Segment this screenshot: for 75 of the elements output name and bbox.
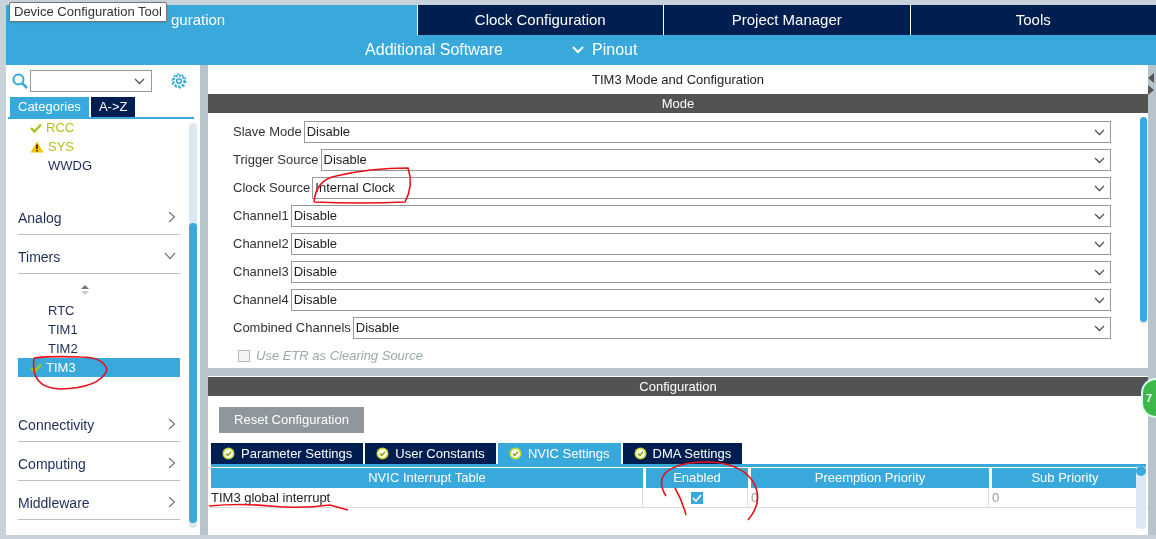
select-field[interactable]: Disable [290, 261, 1111, 283]
chevron-down-icon [1094, 240, 1105, 248]
field-label: Clock Source [233, 179, 311, 198]
check-circle-icon [222, 447, 235, 460]
tooltip: Device Configuration Tool [9, 2, 167, 22]
collapse-arrow-icon [1148, 73, 1154, 83]
select-field[interactable]: Disable [290, 289, 1111, 311]
column-header: Sub Priority [992, 468, 1138, 488]
peripheral-item[interactable]: WWDG [18, 156, 180, 175]
peripheral-item[interactable]: TIM1 [18, 320, 180, 339]
search-icon [12, 73, 28, 89]
chevron-down-icon [164, 252, 176, 260]
field-label: Slave Mode [233, 123, 302, 142]
scrollbar[interactable] [1140, 117, 1147, 324]
category-row[interactable]: Analog [18, 196, 180, 235]
column-header: NVIC Interrupt Table [211, 468, 643, 488]
select-field[interactable]: Disable [320, 149, 1111, 171]
settings-tab[interactable]: DMA Settings [622, 443, 743, 464]
category-row[interactable]: Computing [18, 442, 180, 481]
main-tab[interactable]: Project Manager [664, 5, 910, 35]
field-label: Channel3 [233, 263, 289, 282]
column-header: Enabled [646, 468, 748, 488]
expand-arrow-icon [1148, 85, 1154, 95]
settings-tab[interactable]: Parameter Settings [211, 443, 364, 464]
chevron-down-icon [1094, 268, 1105, 276]
check-circle-icon [376, 447, 390, 460]
chevron-down-icon [1094, 156, 1105, 164]
category-row[interactable]: Timers [18, 235, 180, 274]
category-row[interactable]: Connectivity [18, 403, 180, 442]
field-label: Trigger Source [233, 151, 319, 170]
panel-title: TIM3 Mode and Configuration [591, 70, 765, 89]
column-header: Preemption Priority [751, 468, 989, 488]
main-tab[interactable]: Tools [910, 5, 1156, 35]
check-circle-icon [633, 447, 647, 460]
chevron-down-icon [1094, 184, 1105, 192]
select-field[interactable]: Disable [303, 121, 1111, 143]
chevron-down-icon [1094, 212, 1105, 220]
scrollbar[interactable] [189, 123, 197, 528]
chevron-down-icon [1094, 324, 1105, 332]
search-combo[interactable] [30, 70, 152, 92]
category-row[interactable]: Middleware [18, 481, 180, 520]
checkbox-label: Use ETR as Clearing Source [256, 347, 423, 365]
check-circle-icon [508, 447, 522, 460]
view-tab[interactable]: A->Z [90, 97, 136, 117]
sort-icon [81, 285, 89, 295]
chevron-right-icon [168, 496, 176, 508]
field-label: Channel4 [233, 291, 289, 310]
table-cell: TIM3 global interrupt [211, 488, 643, 507]
field-label: Combined Channels [233, 319, 351, 338]
table-cell-text: 0 [992, 488, 1001, 507]
chevron-down-icon [1094, 296, 1105, 304]
main-tab[interactable]: Clock Configuration [417, 5, 663, 35]
chevron-down-icon [134, 77, 145, 85]
field-label: Channel2 [233, 235, 289, 254]
scrollbar[interactable] [1136, 466, 1146, 529]
chevron-down-icon [1094, 128, 1105, 136]
hand-drawn-stroke [674, 487, 687, 516]
check-icon [691, 493, 702, 502]
checkbox[interactable] [690, 491, 703, 504]
settings-tab[interactable]: User Constants [365, 443, 496, 464]
settings-icon [170, 72, 188, 90]
check-icon [30, 362, 42, 373]
warning-icon [30, 140, 44, 153]
peripheral-item[interactable]: RTC [18, 301, 180, 320]
check-icon [30, 122, 42, 133]
peripheral-item[interactable]: TIM2 [18, 339, 180, 358]
section-header: Mode [208, 94, 1148, 113]
select-field[interactable]: Disable [290, 233, 1111, 255]
chevron-right-icon [168, 457, 176, 469]
select-field[interactable]: Disable [352, 317, 1111, 339]
chevron-down-icon [572, 46, 584, 54]
chevron-right-icon [168, 211, 176, 223]
select-field[interactable]: Disable [290, 205, 1111, 227]
field-label: Channel1 [233, 207, 289, 226]
chevron-right-icon [168, 418, 176, 430]
